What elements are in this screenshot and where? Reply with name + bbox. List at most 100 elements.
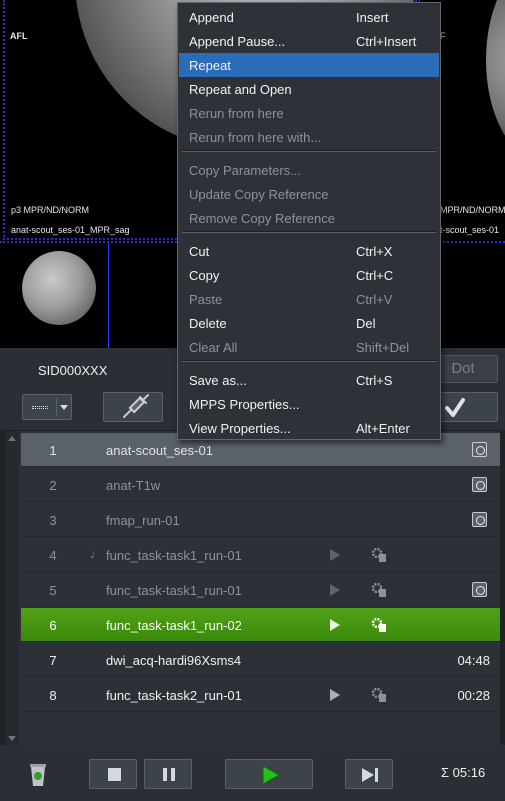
- image-document-icon[interactable]: [472, 582, 487, 597]
- scroll-down-arrow-icon[interactable]: [8, 736, 16, 741]
- menu-item-cut[interactable]: Cut Ctrl+X: [179, 239, 439, 263]
- menu-item-paste: Paste Ctrl+V: [179, 287, 439, 311]
- play-icon[interactable]: [330, 619, 340, 631]
- settings-gear-icon[interactable]: [371, 617, 387, 633]
- skip-next-icon: [362, 768, 378, 782]
- menu-item-repeat[interactable]: Repeat: [179, 53, 439, 77]
- layout-dropdown-button[interactable]: [22, 394, 72, 420]
- menu-item-label: Delete: [189, 316, 227, 331]
- menu-separator: [182, 150, 436, 152]
- menu-item-label: Append: [189, 10, 234, 25]
- protocol-number: 1: [49, 443, 57, 458]
- scroll-up-arrow-icon[interactable]: [8, 436, 16, 441]
- protocol-name: func_task-task1_run-02: [106, 618, 242, 633]
- image-info-text: MPR/ND/NORM: [440, 205, 505, 215]
- menu-item-update-copy-reference: Update Copy Reference: [179, 182, 439, 206]
- settings-gear-icon[interactable]: [371, 582, 387, 598]
- menu-item-save-as[interactable]: Save as... Ctrl+S: [179, 368, 439, 392]
- checkmark-icon: [445, 398, 465, 417]
- protocol-row[interactable]: 8 func_task-task2_run-01 00:28: [21, 678, 500, 712]
- menu-item-copy[interactable]: Copy Ctrl+C: [179, 263, 439, 287]
- menu-item-view-properties[interactable]: View Properties... Alt+Enter: [179, 416, 439, 440]
- list-scrollbar[interactable]: [5, 431, 19, 746]
- pause-icon: [163, 768, 175, 781]
- menu-item-label: Save as...: [189, 373, 247, 388]
- protocol-row[interactable]: 5 func_task-task1_run-01: [21, 573, 500, 607]
- protocol-name: func_task-task1_run-01: [106, 548, 242, 563]
- menu-item-rerun-from-here: Rerun from here: [179, 101, 439, 125]
- bottom-toolbar: Σ 05:16: [0, 745, 505, 801]
- play-icon[interactable]: [330, 549, 340, 561]
- protocol-name: dwi_acq-hardi96Xsms4: [106, 653, 242, 668]
- play-icon[interactable]: [330, 584, 340, 596]
- protocol-number: 6: [49, 618, 57, 633]
- patient-id: SID000XXX: [38, 363, 108, 378]
- menu-item-shortcut: Ctrl+C: [356, 268, 394, 283]
- protocol-number: 7: [49, 653, 57, 668]
- protocol-queue: 1 anat-scout_ses-01 2 anat-T1w 3 fmap_run-01 4…: [5, 430, 500, 746]
- trash-button[interactable]: [24, 759, 52, 789]
- menu-separator: [182, 231, 436, 233]
- menu-item-label: Remove Copy Reference: [189, 211, 335, 226]
- protocol-name: anat-scout_ses-01: [106, 443, 213, 458]
- menu-item-label: Repeat and Open: [189, 82, 292, 97]
- protocol-name: anat-T1w: [106, 478, 161, 493]
- protocol-duration: 04:48: [457, 653, 490, 668]
- skip-next-button[interactable]: [345, 759, 393, 789]
- pause-button[interactable]: [144, 759, 192, 789]
- menu-item-shortcut: Ctrl+S: [356, 373, 393, 388]
- protocol-row[interactable]: 3 fmap_run-01: [21, 503, 500, 537]
- chevron-down-icon[interactable]: [60, 405, 68, 410]
- series-name-text: anat-scout_ses-01_MPR_sag: [11, 225, 130, 235]
- protocol-row[interactable]: 7 dwi_acq-hardi96Xsms4 04:48: [21, 643, 500, 677]
- menu-item-repeat-and-open[interactable]: Repeat and Open: [179, 77, 439, 101]
- total-time: Σ 05:16: [441, 765, 486, 780]
- image-document-icon[interactable]: [472, 477, 487, 492]
- menu-item-delete[interactable]: Delete Del: [179, 311, 439, 335]
- menu-item-label: View Properties...: [189, 421, 291, 436]
- image-document-icon[interactable]: [472, 512, 487, 527]
- protocol-number: 4: [49, 548, 57, 563]
- protocol-name: func_task-task1_run-01: [106, 583, 242, 598]
- protocol-row[interactable]: 6 func_task-task1_run-02: [21, 608, 500, 642]
- protocol-row[interactable]: 2 anat-T1w: [21, 468, 500, 502]
- mpr-image: [486, 0, 505, 160]
- settings-gear-icon[interactable]: [371, 547, 387, 563]
- image-document-icon[interactable]: [472, 442, 487, 457]
- menu-separator: [182, 360, 436, 362]
- context-menu: Append Insert Append Pause... Ctrl+Insert Re…: [177, 2, 441, 440]
- menu-item-label: Rerun from here: [189, 106, 284, 121]
- menu-item-shortcut: Insert: [356, 10, 389, 25]
- thumbnail-image: [22, 251, 96, 325]
- series-name-text: t-scout_ses-01: [440, 225, 500, 235]
- menu-item-append[interactable]: Append Insert: [179, 5, 439, 29]
- protocol-number: 5: [49, 583, 57, 598]
- play-icon[interactable]: [330, 689, 340, 701]
- menu-item-append-pause[interactable]: Append Pause... Ctrl+Insert: [179, 29, 439, 53]
- play-icon: [262, 765, 281, 785]
- menu-item-shortcut: Ctrl+Insert: [356, 34, 417, 49]
- menu-item-copy-parameters: Copy Parameters...: [179, 158, 439, 182]
- trash-icon: [30, 764, 46, 786]
- protocol-number: 8: [49, 688, 57, 703]
- menu-item-label: Cut: [189, 244, 210, 259]
- menu-item-shortcut: Del: [356, 316, 376, 331]
- thumbnail-viewport[interactable]: [3, 243, 107, 348]
- menu-item-label: Append Pause...: [189, 34, 286, 49]
- settings-gear-icon[interactable]: [371, 687, 387, 703]
- note-marker-icon: ♩: [90, 547, 102, 561]
- menu-item-mpps-properties[interactable]: MPPS Properties...: [179, 392, 439, 416]
- menu-item-shortcut: Alt+Enter: [356, 421, 410, 436]
- stop-button[interactable]: [89, 759, 137, 789]
- protocol-duration: 00:28: [457, 688, 490, 703]
- confirm-button[interactable]: [432, 392, 498, 422]
- protocol-row[interactable]: 4 ♩ func_task-task1_run-01: [21, 538, 500, 572]
- protocol-name: func_task-task2_run-01: [106, 688, 242, 703]
- orientation-label: AFL: [10, 31, 28, 41]
- contrast-injector-button[interactable]: [103, 392, 163, 422]
- go-button[interactable]: [225, 759, 313, 789]
- menu-item-rerun-from-here-with: Rerun from here with...: [179, 125, 439, 149]
- menu-item-label: Update Copy Reference: [189, 187, 329, 202]
- menu-item-shortcut: Ctrl+V: [356, 292, 393, 307]
- protocol-number: 2: [49, 478, 57, 493]
